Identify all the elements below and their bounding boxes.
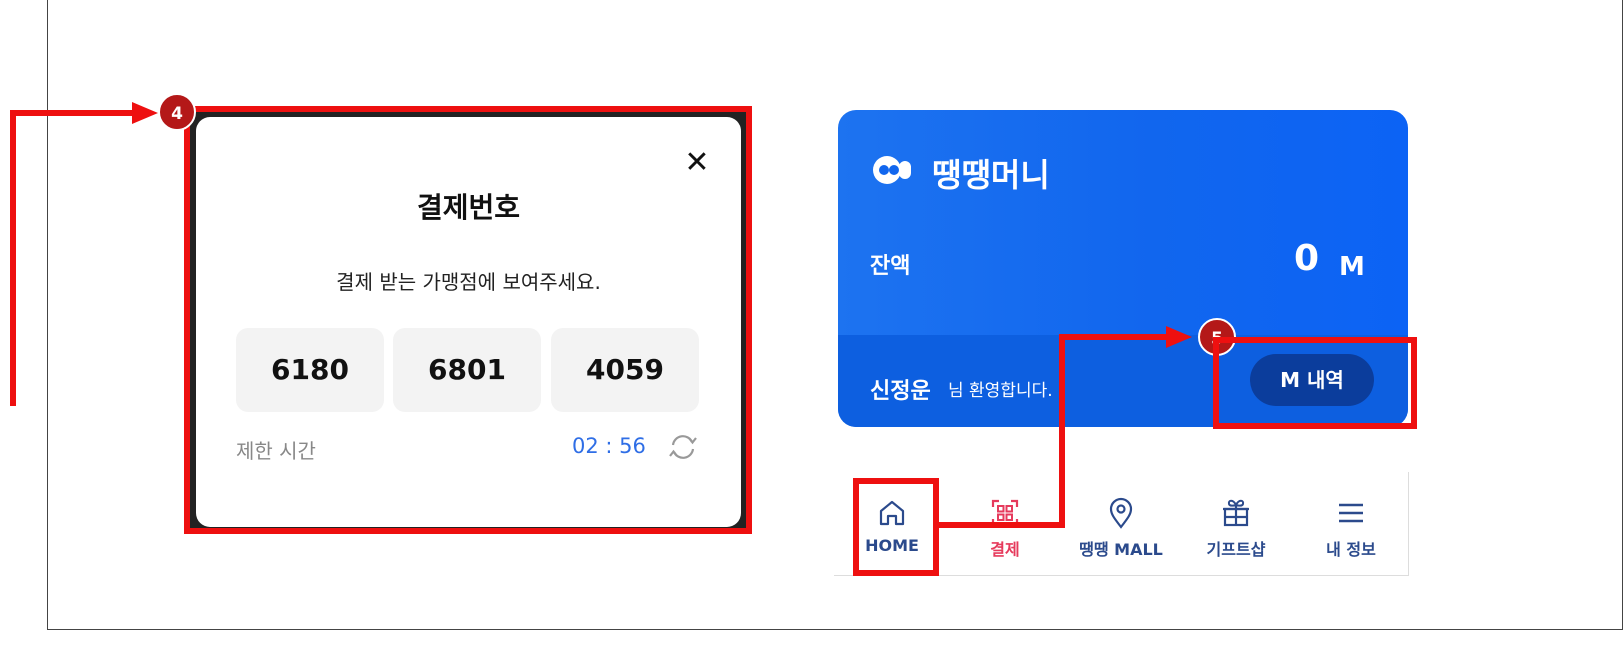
nav-label: 기프트샵 bbox=[1206, 540, 1266, 559]
user-name: 신정운 bbox=[870, 379, 931, 404]
balance-label: 잔액 bbox=[870, 254, 911, 279]
brand-logo-icon bbox=[873, 156, 911, 184]
callout-badge-4: 4 bbox=[158, 93, 196, 131]
callout-line bbox=[1059, 334, 1065, 528]
callout-line bbox=[10, 110, 138, 116]
welcome-text: 님 환영합니다. bbox=[948, 381, 1053, 401]
nav-label: 내 정보 bbox=[1326, 540, 1376, 559]
callout-arrowhead bbox=[132, 102, 158, 124]
callout-box-4 bbox=[184, 106, 752, 534]
gift-icon bbox=[1223, 499, 1249, 527]
nav-my-info[interactable]: 내 정보 bbox=[1296, 496, 1406, 568]
nav-label: 땡땡 MALL bbox=[1079, 540, 1163, 559]
callout-line bbox=[10, 110, 16, 406]
menu-icon bbox=[1339, 503, 1363, 523]
balance-value: 0 bbox=[1294, 238, 1320, 279]
callout-arrowhead bbox=[1166, 326, 1192, 348]
callout-line bbox=[937, 522, 1065, 528]
nav-label: 결제 bbox=[990, 540, 1020, 559]
callout-line bbox=[1059, 334, 1171, 340]
balance-unit: M bbox=[1339, 252, 1365, 282]
brand-name: 땡땡머니 bbox=[932, 156, 1050, 194]
callout-box-5 bbox=[1213, 337, 1417, 429]
callout-box-home bbox=[853, 478, 939, 576]
nav-payment[interactable]: 결제 bbox=[950, 496, 1060, 568]
nav-mall[interactable]: 땡땡 MALL bbox=[1066, 496, 1176, 568]
nav-giftshop[interactable]: 기프트샵 bbox=[1181, 496, 1291, 568]
location-pin-icon bbox=[1109, 497, 1133, 529]
